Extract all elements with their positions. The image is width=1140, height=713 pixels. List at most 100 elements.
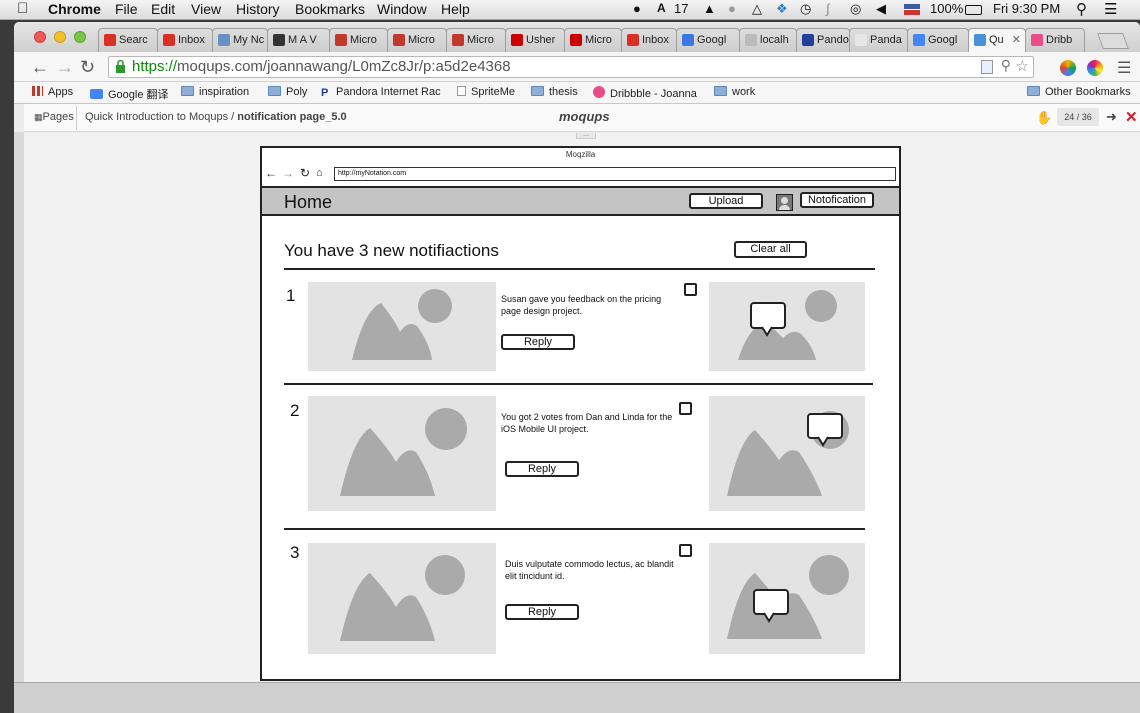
bookmark-inspiration[interactable]: inspiration [181, 86, 249, 98]
other-bookmarks[interactable]: Other Bookmarks [1027, 86, 1131, 98]
notification-center-icon[interactable]: ☰ [1104, 0, 1117, 18]
bookmark-apps[interactable]: Apps [32, 86, 73, 98]
time-machine-icon[interactable]: ◷ [800, 1, 811, 17]
pandora-icon [802, 34, 814, 46]
chrome-extension-icon[interactable] [1060, 60, 1076, 76]
browser-tab[interactable]: Searc [98, 28, 158, 52]
menu-app-name[interactable]: Chrome [48, 1, 101, 17]
bookmark-work[interactable]: work [714, 86, 755, 98]
zoom-icon[interactable]: ⚲ [1001, 57, 1011, 74]
collapse-handle[interactable]: ... [576, 131, 596, 139]
next-page-arrow-icon[interactable]: ➜ [1106, 109, 1117, 125]
wifi-icon[interactable]: ◎ [850, 1, 861, 17]
drive-icon[interactable]: △ [752, 1, 762, 17]
mockup-window-title: Moqzilla [565, 150, 596, 159]
browser-tab[interactable]: Dribb [1025, 28, 1085, 52]
browser-tab[interactable]: Panda [849, 28, 908, 52]
notification-checkbox[interactable] [679, 544, 692, 557]
browser-tab[interactable]: Inbox [621, 28, 677, 52]
adobe-icon[interactable]: A [657, 1, 666, 15]
mockup-forward-icon[interactable]: → [282, 166, 294, 180]
zoom-window-button[interactable] [74, 31, 86, 43]
notification-number: 3 [290, 543, 300, 562]
browser-tab[interactable]: localh [739, 28, 797, 52]
back-arrow-icon[interactable]: ← [31, 57, 49, 78]
dribbble-icon [1031, 34, 1043, 46]
minimize-window-button[interactable] [54, 31, 66, 43]
bookmark-thesis[interactable]: thesis [531, 86, 578, 98]
close-tab-icon[interactable]: ✕ [1012, 33, 1021, 46]
browser-tab[interactable]: Micro [387, 28, 447, 52]
image-placeholder-icon [308, 396, 496, 511]
mockup-url-field[interactable]: http://myNotation.com [334, 167, 896, 181]
notification-checkbox[interactable] [679, 402, 692, 415]
url-text: moqups.com/joannawang/L0mZc8Jr/p:a5d2e43… [177, 58, 511, 75]
close-preview-icon[interactable]: ✕ [1125, 108, 1138, 126]
breadcrumb-root[interactable]: Quick Introduction to Moqups / [85, 111, 234, 123]
menu-edit[interactable]: Edit [151, 1, 175, 17]
bookmark-poly[interactable]: Poly [268, 86, 307, 98]
ghost-icon[interactable]: ▲ [703, 1, 716, 16]
close-window-button[interactable] [34, 31, 46, 43]
color-picker-extension-icon[interactable] [1087, 60, 1103, 76]
menu-clock[interactable]: Fri 9:30 PM [993, 1, 1060, 16]
tab-label: Inbox [178, 34, 205, 46]
new-tab-button[interactable] [1097, 33, 1129, 49]
browser-tab[interactable]: Micro [446, 28, 506, 52]
mockup-home-icon[interactable]: ⌂ [316, 167, 323, 179]
reply-button[interactable]: Reply [505, 461, 579, 477]
evernote-icon[interactable]: ● [633, 1, 641, 16]
bell-icon[interactable]: ● [728, 1, 736, 16]
apple-icon[interactable]:  [17, 0, 28, 17]
tab-label: Micro [408, 34, 435, 46]
gear-icon [393, 34, 405, 46]
browser-tab[interactable]: Micro [329, 28, 388, 52]
pages-button[interactable]: ▦Pages [34, 111, 74, 123]
browser-tab[interactable]: M A V [267, 28, 330, 52]
menu-view[interactable]: View [191, 1, 221, 17]
menu-help[interactable]: Help [441, 1, 470, 17]
chrome-menu-icon[interactable]: ☰ [1117, 58, 1131, 78]
menu-window[interactable]: Window [377, 1, 427, 17]
bookmark-star-icon[interactable]: ☆ [1016, 57, 1029, 75]
spotlight-icon[interactable]: ⚲ [1076, 0, 1087, 18]
gear-icon [335, 34, 347, 46]
forward-arrow-icon[interactable]: → [56, 57, 74, 78]
reply-button[interactable]: Reply [501, 334, 575, 350]
menu-file[interactable]: File [115, 1, 138, 17]
translate-icon [913, 34, 925, 46]
bookmark-dribbble[interactable]: Dribbble - Joanna [593, 86, 697, 100]
volume-icon[interactable]: ◀ [876, 1, 886, 17]
notification-button[interactable]: Notofication [800, 192, 874, 208]
browser-tab[interactable]: Micro [564, 28, 622, 52]
address-bar[interactable]: https://moqups.com/joannawang/L0mZc8Jr/p… [108, 56, 1034, 78]
upload-button[interactable]: Upload [689, 193, 763, 209]
us-flag-icon[interactable] [904, 4, 920, 15]
tab-label: Usher [526, 34, 556, 46]
bookmark-spriteme[interactable]: SpriteMe [457, 86, 515, 98]
hand-pointer-icon[interactable]: ✋ [1036, 110, 1052, 126]
bluetooth-icon[interactable]: ∫ [826, 1, 830, 16]
tab-label: M A V [288, 34, 317, 46]
mockup-reload-icon[interactable]: ↻ [300, 166, 310, 180]
browser-tab[interactable]: Googl [676, 28, 740, 52]
browser-tab[interactable]: Googl [907, 28, 969, 52]
browser-tab[interactable]: Usher [505, 28, 565, 52]
browser-tab[interactable]: My Nc [212, 28, 268, 52]
bookmark-google-translate[interactable]: Google 翻译 [90, 86, 169, 102]
page-icon[interactable] [981, 60, 993, 74]
dropbox-icon[interactable]: ❖ [776, 1, 788, 17]
notification-checkbox[interactable] [684, 283, 697, 296]
browser-tab[interactable]: Qu ✕ [968, 28, 1026, 52]
reload-icon[interactable]: ↻ [80, 57, 95, 78]
reply-button[interactable]: Reply [505, 604, 579, 620]
bookmark-pandora[interactable]: P Pandora Internet Rac [321, 86, 441, 99]
browser-tab[interactable]: Inbox [157, 28, 213, 52]
mockup-back-icon[interactable]: ← [265, 166, 277, 180]
avatar[interactable] [776, 194, 793, 211]
browser-tab[interactable]: Pando [796, 28, 850, 52]
menu-bookmarks[interactable]: Bookmarks [295, 1, 365, 17]
clear-all-button[interactable]: Clear all [734, 241, 807, 258]
battery-icon[interactable] [965, 5, 982, 15]
menu-history[interactable]: History [236, 1, 280, 17]
